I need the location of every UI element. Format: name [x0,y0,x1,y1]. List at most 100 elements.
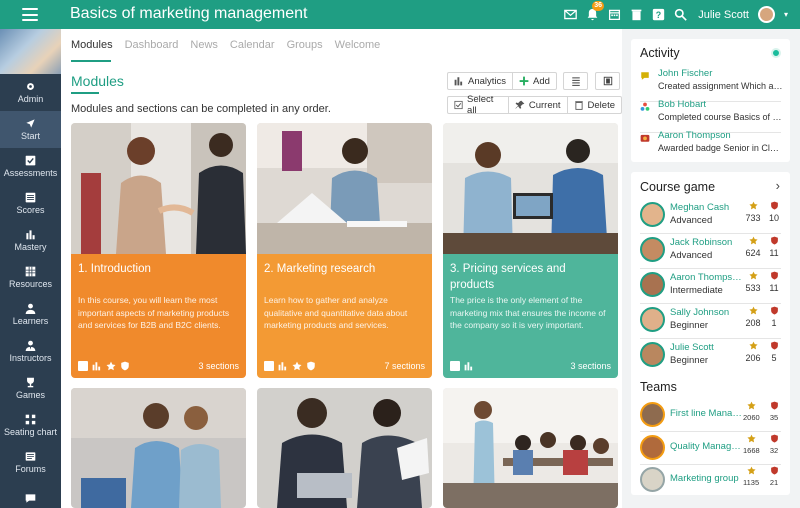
leaderboard-row[interactable]: Meghan Cash Advanced 733 10 [640,199,785,231]
points-value: 533 [745,283,761,293]
activity-item[interactable]: Bob Hobart Completed course Basics of … [640,99,785,129]
user-avatar[interactable] [757,6,775,23]
card-view-button[interactable] [595,72,620,90]
module-description: Learn how to gather and analyze qualitat… [264,295,408,330]
leaderboard-row[interactable]: Aaron Thompson Intermediate 533 11 [640,269,785,301]
bar-chart-icon[interactable] [92,361,102,371]
avatar[interactable] [640,342,665,367]
tab-calendar[interactable]: Calendar [230,39,275,51]
trash-icon [574,101,583,110]
tab-news[interactable]: News [190,39,218,51]
shield-icon [770,341,778,350]
sidebar: Admin Start Assessments Scores Mastery R… [0,29,61,508]
module-card[interactable]: 1. Introduction In this course, you will… [71,123,246,378]
sidebar-item-admin[interactable]: Admin [0,74,61,111]
sidebar-item-resources[interactable]: Resources [0,259,61,296]
avatar[interactable] [640,237,665,262]
title-underline [71,92,99,94]
activity-item[interactable]: John Fischer Created assignment Which a… [640,68,785,98]
module-card[interactable] [257,388,432,508]
sidebar-item-seating-chart[interactable]: Seating chart [0,407,61,444]
delete-button[interactable]: Delete [566,97,621,113]
section-count: 7 sections [384,361,425,371]
svg-text:?: ? [656,10,661,20]
team-avatar[interactable] [640,435,665,460]
module-image [443,388,618,508]
module-image [257,388,432,508]
analytics-button[interactable]: Analytics [448,73,512,89]
team-avatar[interactable] [640,467,665,492]
tab-modules[interactable]: Modules [71,39,113,51]
course-completed-icon [640,102,650,111]
sidebar-item-forums[interactable]: Forums [0,444,61,481]
shield-icon[interactable] [120,361,130,371]
tab-welcome[interactable]: Welcome [335,39,381,51]
sidebar-item-start[interactable]: Start [0,111,61,148]
user-name[interactable]: Julie Scott [698,9,749,21]
module-footer: 7 sections [264,361,425,371]
team-row[interactable]: Quality Manage… 1668 32 [640,432,785,464]
calendar-icon[interactable] [608,8,621,21]
leaderboard-row[interactable]: Sally Johnson Beginner 208 1 [640,304,785,336]
mail-icon[interactable] [564,8,578,21]
trash-icon[interactable] [630,8,643,21]
avatar[interactable] [640,307,665,332]
sidebar-item-scores[interactable]: Scores [0,185,61,222]
sidebar-item-learners[interactable]: Learners [0,296,61,333]
points-value: 1135 [743,478,760,487]
tab-groups[interactable]: Groups [287,39,323,51]
module-card[interactable] [71,388,246,508]
forum-icon [25,452,36,461]
add-button[interactable]: Add [512,73,556,89]
points-value: 733 [745,213,761,223]
chevron-right-icon[interactable]: › [776,178,780,193]
star-icon [746,401,756,410]
shield-icon[interactable] [306,361,316,371]
main-content: Modules Dashboard News Calendar Groups W… [61,29,622,508]
sidebar-item-assessments[interactable]: Assessments [0,148,61,185]
module-select-checkbox[interactable] [264,361,274,371]
module-footer: 3 sections [450,361,611,371]
tab-dashboard[interactable]: Dashboard [125,39,179,51]
activity-item[interactable]: Aaron Thompson Awarded badge Senior in C… [640,130,785,160]
list-view-button[interactable] [563,72,588,90]
module-card[interactable] [443,388,618,508]
help-icon[interactable]: ? [652,8,665,21]
shield-icon [770,271,778,280]
course-game-panel: Course game › Meghan Cash Advanced 733 1… [631,172,790,495]
search-icon[interactable] [674,8,687,21]
current-button[interactable]: Current [507,97,567,113]
module-select-checkbox[interactable] [78,361,88,371]
course-banner-image[interactable] [0,29,61,74]
bar-chart-icon[interactable] [464,361,474,371]
team-avatar[interactable] [640,402,665,427]
module-card[interactable]: 2. Marketing research Learn how to gathe… [257,123,432,378]
menu-icon[interactable] [22,8,38,21]
badges-value: 21 [769,478,779,487]
leaderboard-row[interactable]: Jack Robinson Advanced 624 11 [640,234,785,266]
team-row[interactable]: Marketing group 1135 21 [640,464,785,496]
sidebar-item-games[interactable]: Games [0,370,61,407]
notification-bell-icon[interactable]: 36 [586,1,605,21]
team-row[interactable]: First line Manag… 2060 35 [640,399,785,431]
star-icon [746,434,756,443]
avatar[interactable] [640,272,665,297]
leaderboard-row[interactable]: Julie Scott Beginner 206 5 [640,339,785,371]
module-card[interactable]: 3. Pricing services and products The pri… [443,123,618,378]
module-select-checkbox[interactable] [450,361,460,371]
module-image [71,388,246,508]
checkbox-icon [454,100,463,110]
sidebar-item-chat[interactable] [0,481,61,508]
sidebar-item-instructors[interactable]: Instructors [0,333,61,370]
chevron-down-icon[interactable]: ▾ [784,10,788,19]
select-all-button[interactable]: Select all [448,94,508,116]
sidebar-item-mastery[interactable]: Mastery [0,222,61,259]
notification-count-badge: 36 [592,1,605,11]
star-icon [748,271,758,280]
bar-chart-icon[interactable] [278,361,288,371]
module-card-body: 3. Pricing services and products The pri… [443,254,618,378]
star-icon[interactable] [292,361,302,371]
star-icon[interactable] [106,361,116,371]
avatar[interactable] [640,202,665,227]
module-card-body: 2. Marketing research Learn how to gathe… [257,254,432,378]
